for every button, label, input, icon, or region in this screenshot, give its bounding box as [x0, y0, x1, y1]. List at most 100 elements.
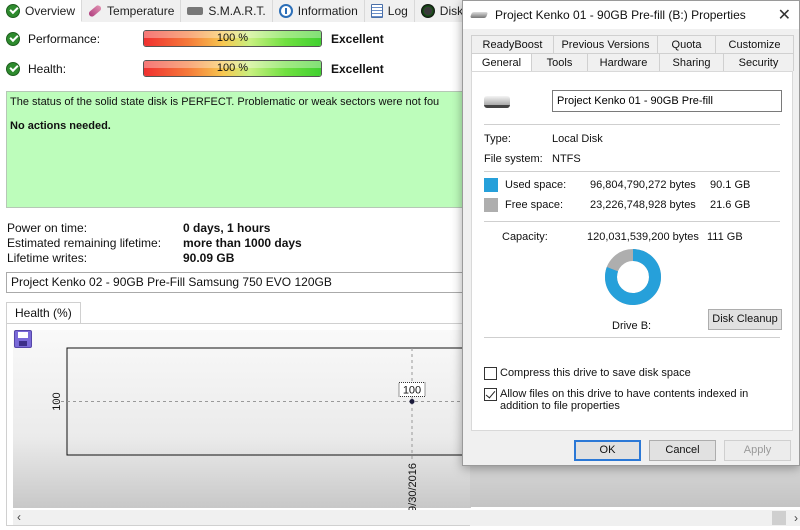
dialog-title: Project Kenko 01 - 90GB Pre-fill (B:) Pr… — [495, 8, 746, 22]
stat-value: more than 1000 days — [183, 235, 302, 250]
drive-icon — [484, 96, 510, 108]
stat-key: Lifetime writes: — [7, 250, 88, 265]
tab-log[interactable]: Log — [364, 0, 415, 22]
tabs-row-1: ReadyBoost Previous Versions Quota Custo… — [471, 35, 794, 53]
disk-usage-donut — [605, 249, 661, 305]
tab-general[interactable]: General — [471, 53, 532, 71]
tab-hardware[interactable]: Hardware — [587, 53, 660, 71]
index-label: Allow files on this drive to have conten… — [500, 388, 749, 412]
drive-label: Drive B: — [612, 320, 652, 332]
scroll-left-icon[interactable]: ‹ — [17, 510, 21, 525]
log-icon — [370, 4, 383, 18]
stat-value: 0 days, 1 hours — [183, 220, 271, 235]
disk-performance-icon — [420, 4, 435, 18]
type-value: Local Disk — [552, 133, 603, 145]
tab-smart[interactable]: S.M.A.R.T. — [181, 0, 273, 22]
divider — [484, 337, 780, 338]
health-row: Health: — [6, 59, 143, 79]
performance-bar: 100 % — [143, 30, 322, 47]
used-space-label: Used space: — [505, 179, 567, 191]
tab-customize[interactable]: Customize — [715, 35, 794, 53]
apply-button[interactable]: Apply — [724, 440, 791, 461]
device-name-field[interactable]: Project Kenko 02 - 90GB Pre-Fill Samsung… — [6, 272, 470, 293]
info-icon — [278, 4, 293, 18]
health-bar: 100 % — [143, 60, 322, 77]
stat-lifetime-writes: Lifetime writes: 90.09 GB — [7, 250, 302, 265]
tab-label: Log — [387, 4, 408, 18]
tab-sharing[interactable]: Sharing — [659, 53, 724, 71]
chart-scrollbar-right[interactable]: › — [470, 510, 800, 526]
compress-label: Compress this drive to save disk space — [500, 367, 691, 379]
close-icon[interactable]: ✕ — [778, 5, 791, 25]
stat-value: 90.09 GB — [183, 250, 235, 265]
capacity-row: Capacity: 120,031,539,200 bytes 111 GB — [502, 231, 743, 243]
compress-option[interactable]: Compress this drive to save disk space — [484, 367, 691, 380]
tab-tools[interactable]: Tools — [531, 53, 588, 71]
performance-value: 100 % — [216, 32, 249, 44]
tab-readyboost[interactable]: ReadyBoost — [471, 35, 554, 53]
disk-cleanup-button[interactable]: Disk Cleanup — [708, 309, 782, 330]
capacity-size: 111 GB — [707, 231, 743, 243]
tab-label: Overview — [25, 3, 76, 18]
index-option[interactable]: Allow files on this drive to have conten… — [484, 388, 784, 412]
performance-label: Performance: — [28, 32, 101, 46]
used-space-bytes: 96,804,790,272 bytes — [590, 179, 696, 191]
main-tabs: Overview Temperature S.M.A.R.T. Informat… — [0, 0, 493, 22]
tab-temperature[interactable]: Temperature — [82, 0, 182, 22]
divider — [484, 124, 780, 125]
free-space-swatch — [484, 198, 498, 212]
tab-overview[interactable]: Overview — [0, 0, 83, 22]
status-box: The status of the solid state disk is PE… — [6, 91, 470, 208]
used-space-row: Used space: 96,804,790,272 bytes 90.1 GB — [484, 178, 750, 192]
tab-previous-versions[interactable]: Previous Versions — [553, 35, 658, 53]
type-label: Type: — [484, 133, 511, 145]
stat-remaining-lifetime: Estimated remaining lifetime: more than 1… — [7, 235, 302, 250]
divider — [484, 171, 780, 172]
free-space-bytes: 23,226,748,928 bytes — [590, 199, 696, 211]
health-rating: Excellent — [331, 62, 384, 76]
status-message: The status of the solid state disk is PE… — [10, 96, 440, 108]
tab-quota[interactable]: Quota — [657, 35, 716, 53]
filesystem-row: File system: NTFS — [484, 153, 581, 165]
tab-label: Information — [297, 4, 358, 18]
performance-rating: Excellent — [331, 32, 384, 46]
used-space-size: 90.1 GB — [710, 179, 751, 191]
tab-security[interactable]: Security — [723, 53, 794, 71]
smart-icon — [187, 7, 204, 15]
tab-information[interactable]: Information — [272, 0, 365, 22]
capacity-label: Capacity: — [502, 231, 548, 243]
performance-row: Performance: — [6, 29, 143, 49]
index-checkbox[interactable] — [484, 388, 497, 401]
filesystem-label: File system: — [484, 153, 543, 165]
tab-health-chart[interactable]: Health (%) — [6, 302, 81, 324]
scrollbar-thumb[interactable] — [772, 511, 786, 525]
tab-label: Temperature — [107, 4, 175, 18]
compress-checkbox[interactable] — [484, 367, 497, 380]
cancel-button[interactable]: Cancel — [649, 440, 716, 461]
stat-key: Power on time: — [7, 220, 88, 235]
used-space-swatch — [484, 178, 498, 192]
ok-button[interactable]: OK — [574, 440, 641, 461]
thermometer-icon — [87, 4, 103, 18]
drive-name-input[interactable] — [552, 90, 782, 112]
x-tick-label: 9/30/2016 — [407, 463, 419, 512]
tabs-row-2: General Tools Hardware Sharing Security — [471, 53, 794, 71]
properties-dialog: Project Kenko 01 - 90GB Pre-fill (B:) Pr… — [462, 0, 800, 466]
chart-horizontal-scrollbar[interactable]: ‹ — [13, 510, 471, 525]
check-circle-icon — [6, 3, 20, 18]
divider — [484, 221, 780, 222]
scroll-right-icon[interactable]: › — [794, 510, 798, 526]
dialog-titlebar: Project Kenko 01 - 90GB Pre-fill (B:) Pr… — [463, 1, 799, 29]
drive-icon — [469, 12, 489, 18]
capacity-bytes: 120,031,539,200 bytes — [587, 231, 699, 243]
free-space-size: 21.6 GB — [710, 199, 751, 211]
free-space-label: Free space: — [505, 199, 564, 211]
y-tick-label: 100 — [51, 392, 63, 410]
data-point — [409, 399, 415, 404]
health-label: Health: — [28, 62, 67, 76]
data-label: 100 — [403, 385, 421, 397]
stat-power-on: Power on time: 0 days, 1 hours — [7, 220, 302, 235]
filesystem-value: NTFS — [552, 153, 581, 165]
check-circle-icon — [6, 32, 20, 46]
status-action: No actions needed. — [10, 120, 111, 132]
